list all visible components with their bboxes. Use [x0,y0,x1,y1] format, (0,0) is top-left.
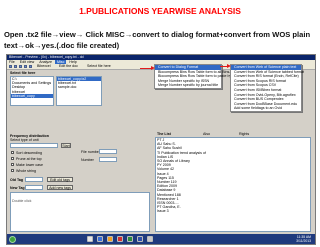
folder-item[interactable]: bibexcel_copy [11,93,53,99]
slide-instruction: Open .tx2 file→view→ Click MISC→convert … [4,30,311,50]
output-area[interactable]: Double click [10,192,150,232]
file-number-label: File number [81,150,100,154]
word-icon[interactable] [137,236,143,242]
misc-menu: Convert to Dialog Format Biocompress Bin… [154,64,239,89]
toolbar-label-edit: Edit the doc [59,64,78,68]
prune-checkbox[interactable] [11,157,14,160]
clock-date: 3/11/2013 [296,239,311,243]
media-icon[interactable] [117,236,123,242]
the-list[interactable]: PT J AU Sahu S. AF Sahu Sushil TI Publicati… [155,137,311,232]
start-button-icon[interactable] [9,235,16,243]
ie-icon[interactable] [97,236,103,242]
file-list[interactable]: bibexcel_copy.tx2 bibexcel.txt sample.do… [56,76,102,106]
lowercase-checkbox[interactable] [11,163,14,166]
unit-type-select[interactable] [10,143,58,148]
clock: 11:35 AM 3/11/2013 [296,235,311,243]
help-icon[interactable] [29,65,32,68]
whole-string-checkbox[interactable] [11,169,14,172]
windows-taskbar: 11:35 AM 3/11/2013 [7,234,315,244]
prune-label: Prune at the top [16,156,42,161]
toolbar-label-select: Select file here [87,64,111,68]
file-item[interactable]: sample.doc [57,85,101,89]
arrowhead-icon [151,66,155,70]
convert-submenu: Convert from Web of Science plain text C… [230,64,304,112]
whole-string-label: Whole string [16,168,36,173]
file-number-field[interactable] [99,149,117,154]
open-icon[interactable] [14,65,17,68]
bibexcel-taskbar-icon[interactable] [147,236,153,242]
old-tag-field[interactable] [25,177,43,182]
add-new-tags-button[interactable]: Add new tags [47,185,73,190]
menu-item[interactable]: Merge Number specific by journal title [155,83,221,88]
list-col-rights: Rights [239,132,250,136]
new-icon[interactable] [9,65,12,68]
start-button[interactable]: Start [61,143,71,148]
folder-list[interactable]: C:\ Documents and Settings Desktop bibex… [10,76,54,106]
excel-icon[interactable] [127,236,133,242]
old-tag-label: Old Tag [10,178,24,182]
lowercase-label: Make lower case [16,162,43,167]
list-row[interactable]: Issue 3 [156,209,310,213]
number-label: Number [81,158,94,162]
edit-old-tags-button[interactable]: Edit old tags [47,177,73,182]
sort-descending-checkbox[interactable] [11,151,14,154]
doubleclick-label: Double click [12,199,32,203]
number-field[interactable] [99,157,117,162]
slide-title: 1.PUBLICATIONS YEARWISE ANALYSIS [79,6,241,16]
list-col-also: Also [203,132,210,136]
frequency-sublabel: Select type of unit [10,138,39,142]
submenu-item-wos-plain[interactable]: Convert from Web of Science plain text [231,65,301,70]
arrowhead-icon [227,64,231,68]
print-icon[interactable] [24,65,27,68]
save-icon[interactable] [19,65,22,68]
the-list-label: The List [157,132,171,136]
select-file-label: Select file here [10,71,36,75]
folder-icon[interactable] [107,236,113,242]
submenu-item[interactable]: Add some fieldtags to an Ovid [231,106,301,111]
sort-descending-label: Sort descending [16,150,42,155]
toolbar-label-bibexcel: Bibexcel [37,64,51,68]
new-tag-field[interactable] [25,185,43,190]
bibexcel-screenshot: Bibexcel - Preview - (0x) - bibexcel_cop… [6,54,316,245]
explorer-icon[interactable] [87,236,93,242]
new-tag-label: New Tag [10,186,25,190]
